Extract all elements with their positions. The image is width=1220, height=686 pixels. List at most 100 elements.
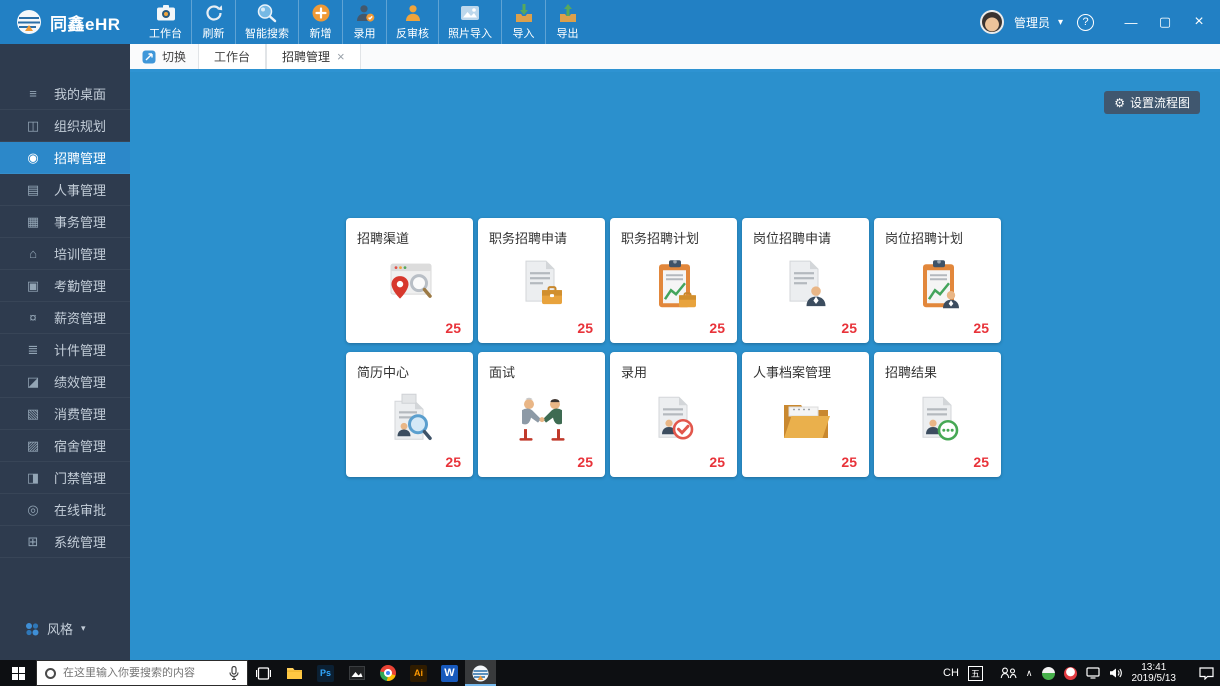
card-count: 25 bbox=[577, 454, 593, 470]
taskbar-clock[interactable]: 13:41 2019/5/13 bbox=[1132, 662, 1177, 685]
sidebar-item-online-approval[interactable]: ◎在线审批 bbox=[0, 494, 130, 526]
toolbar-hire-button[interactable]: 录用 bbox=[342, 0, 386, 44]
performance-icon: ◪ bbox=[25, 374, 41, 390]
sidebar-item-training[interactable]: ⌂培训管理 bbox=[0, 238, 130, 270]
toolbar-smart-search-button[interactable]: 智能搜索 bbox=[235, 0, 298, 44]
tray-chevron-up-icon[interactable]: ∧ bbox=[1026, 668, 1033, 679]
user-caret-down-icon[interactable]: ▾ bbox=[1058, 17, 1063, 28]
org-chart-icon: ◫ bbox=[25, 118, 41, 134]
globe-logo-icon bbox=[16, 9, 42, 35]
close-button[interactable]: × bbox=[1184, 8, 1214, 36]
style-picker[interactable]: 风格 ▾ bbox=[25, 619, 86, 638]
main-area: 切换 工作台 招聘管理 × ⚙ 设置流程图 招聘渠道 bbox=[130, 44, 1220, 660]
sidebar-item-personnel[interactable]: ▤人事管理 bbox=[0, 174, 130, 206]
sidebar-item-label: 薪资管理 bbox=[54, 308, 106, 327]
unaudit-person-icon bbox=[403, 3, 423, 23]
card-title: 岗位招聘申请 bbox=[753, 228, 831, 247]
resume-magnifier-icon bbox=[382, 391, 438, 445]
card-post-recruit-request[interactable]: 岗位招聘申请 25 bbox=[742, 218, 869, 343]
user-avatar[interactable] bbox=[980, 10, 1004, 34]
taskbar-search-input[interactable] bbox=[63, 667, 222, 679]
toolbar-photo-import-button[interactable]: 照片导入 bbox=[438, 0, 501, 44]
microphone-icon[interactable] bbox=[229, 666, 239, 680]
photoshop-button[interactable]: Ps bbox=[310, 660, 341, 686]
toolbar-add-button[interactable]: 新增 bbox=[298, 0, 342, 44]
card-interview[interactable]: 面试 25 bbox=[478, 352, 605, 477]
sliders-icon: ≣ bbox=[25, 342, 41, 358]
card-resume-center[interactable]: 简历中心 25 bbox=[346, 352, 473, 477]
sidebar-item-dormitory[interactable]: ▨宿舍管理 bbox=[0, 430, 130, 462]
card-recruitment-channel[interactable]: 招聘渠道 25 bbox=[346, 218, 473, 343]
sidebar-item-label: 我的桌面 bbox=[54, 84, 106, 103]
card-position-recruit-request[interactable]: 职务招聘申请 25 bbox=[478, 218, 605, 343]
document-briefcase-icon bbox=[514, 258, 570, 310]
sidebar-item-access-control[interactable]: ◨门禁管理 bbox=[0, 462, 130, 494]
sidebar-item-my-desktop[interactable]: ≡ 我的桌面 bbox=[0, 78, 130, 110]
app-logo[interactable]: 同鑫eHR bbox=[0, 9, 140, 35]
desktop-layers-icon: ≡ bbox=[25, 86, 41, 101]
card-count: 25 bbox=[445, 454, 461, 470]
card-post-recruit-plan[interactable]: 岗位招聘计划 25 bbox=[874, 218, 1001, 343]
sidebar-item-performance[interactable]: ◪绩效管理 bbox=[0, 366, 130, 398]
card-position-recruit-plan[interactable]: 职务招聘计划 25 bbox=[610, 218, 737, 343]
toolbar-item-label: 导入 bbox=[513, 25, 535, 41]
recruit-person-icon: ◉ bbox=[25, 150, 41, 166]
minimize-button[interactable]: — bbox=[1116, 8, 1146, 36]
ime-indicator[interactable]: 五 bbox=[968, 666, 983, 681]
switch-button[interactable]: 切换 bbox=[130, 44, 198, 69]
approval-check-icon: ◎ bbox=[25, 502, 41, 518]
user-name[interactable]: 管理员 bbox=[1014, 14, 1050, 31]
start-button[interactable] bbox=[0, 660, 36, 686]
toolbar-unaudit-button[interactable]: 反审核 bbox=[386, 0, 438, 44]
action-center-icon[interactable] bbox=[1199, 667, 1214, 680]
sidebar-item-salary[interactable]: ¤ 薪资管理 bbox=[0, 302, 130, 334]
language-indicator[interactable]: CH bbox=[943, 667, 959, 679]
network-icon[interactable] bbox=[1086, 667, 1100, 679]
card-hire[interactable]: 录用 25 bbox=[610, 352, 737, 477]
card-personnel-archive[interactable]: 人事档案管理 25 bbox=[742, 352, 869, 477]
tray-app-icon-messenger[interactable] bbox=[1064, 667, 1077, 680]
sidebar-item-consumption[interactable]: ▧消费管理 bbox=[0, 398, 130, 430]
sidebar-item-label: 组织规划 bbox=[54, 116, 106, 135]
illustrator-button[interactable]: Ai bbox=[403, 660, 434, 686]
word-button[interactable]: W bbox=[434, 660, 465, 686]
salary-icon: ¤ bbox=[25, 310, 41, 325]
clock-date: 2019/5/13 bbox=[1132, 673, 1177, 685]
sidebar-item-system[interactable]: ⊞系统管理 bbox=[0, 526, 130, 558]
card-title: 录用 bbox=[621, 362, 647, 381]
training-cap-icon: ⌂ bbox=[25, 246, 41, 261]
sidebar-item-label: 招聘管理 bbox=[54, 148, 106, 167]
card-recruit-result[interactable]: 招聘结果 25 bbox=[874, 352, 1001, 477]
toolbar-item-label: 反审核 bbox=[396, 25, 429, 41]
toolbar-refresh-button[interactable]: 刷新 bbox=[191, 0, 235, 44]
tab-close-icon[interactable]: × bbox=[337, 49, 345, 64]
toolbar-export-button[interactable]: 导出 bbox=[545, 0, 589, 44]
sidebar-item-recruitment[interactable]: ◉ 招聘管理 bbox=[0, 142, 130, 174]
task-view-button[interactable] bbox=[248, 660, 279, 686]
taskbar-search[interactable] bbox=[36, 660, 248, 686]
tab-recruitment[interactable]: 招聘管理 × bbox=[266, 44, 361, 69]
consumption-icon: ▧ bbox=[25, 406, 41, 422]
chrome-button[interactable] bbox=[372, 660, 403, 686]
toolbar-import-button[interactable]: 导入 bbox=[501, 0, 545, 44]
maximize-button[interactable]: ▢ bbox=[1150, 8, 1180, 36]
sidebar-item-affairs[interactable]: ▦事务管理 bbox=[0, 206, 130, 238]
people-icon[interactable] bbox=[1000, 667, 1017, 679]
card-title: 人事档案管理 bbox=[753, 362, 831, 381]
sidebar-item-piecework[interactable]: ≣计件管理 bbox=[0, 334, 130, 366]
help-icon[interactable]: ? bbox=[1077, 14, 1094, 31]
set-flowchart-button[interactable]: ⚙ 设置流程图 bbox=[1104, 91, 1200, 114]
ehr-app-button[interactable] bbox=[465, 660, 496, 686]
toolbar-item-label: 刷新 bbox=[203, 25, 225, 41]
file-explorer-button[interactable] bbox=[279, 660, 310, 686]
sidebar-item-attendance[interactable]: ▣考勤管理 bbox=[0, 270, 130, 302]
tab-workbench[interactable]: 工作台 bbox=[198, 44, 266, 69]
sidebar-item-org-planning[interactable]: ◫ 组织规划 bbox=[0, 110, 130, 142]
toolbar-workbench-button[interactable]: 工作台 bbox=[140, 0, 191, 44]
smart-search-icon bbox=[256, 3, 278, 23]
tray-app-icon-green[interactable] bbox=[1042, 667, 1055, 680]
speaker-icon[interactable] bbox=[1109, 667, 1123, 679]
sidebar: ≡ 我的桌面 ◫ 组织规划 ◉ 招聘管理 ▤人事管理 ▦事务管理 ⌂培训管理 ▣考勤管… bbox=[0, 44, 130, 660]
photos-button[interactable] bbox=[341, 660, 372, 686]
card-grid: 招聘渠道 25 职务招聘申请 25 职务招聘计划 bbox=[346, 218, 1001, 477]
